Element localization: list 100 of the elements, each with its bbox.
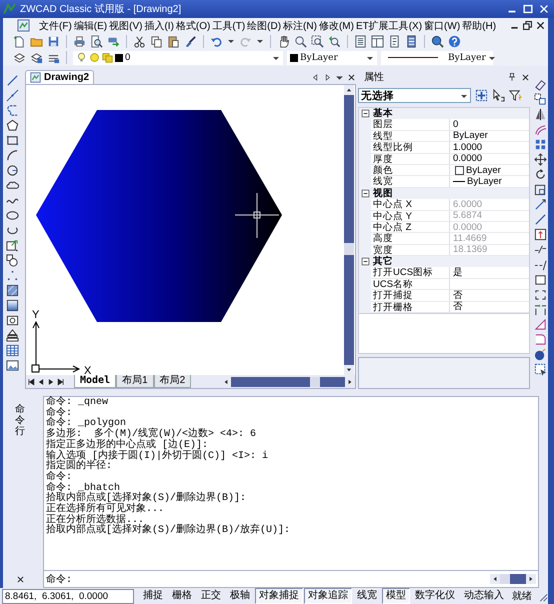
clipboard-icon[interactable]: [167, 34, 180, 48]
copy-icon[interactable]: [150, 34, 163, 48]
layout-tab[interactable]: 布局2: [154, 375, 192, 388]
selection-dropdown[interactable]: 无选择: [358, 88, 471, 103]
rectangle-icon[interactable]: [6, 134, 19, 147]
expand-minus-icon[interactable]: [361, 109, 370, 118]
status-toggle[interactable]: 对象追踪: [304, 588, 352, 604]
make-block-icon[interactable]: [6, 254, 19, 267]
menu-item[interactable]: 帮助(H): [461, 18, 498, 32]
line-icon[interactable]: [534, 213, 546, 226]
vertical-scrollbar[interactable]: [344, 85, 354, 375]
property-value-cell[interactable]: 否: [450, 290, 529, 302]
save-icon[interactable]: [47, 34, 60, 48]
help-icon[interactable]: [448, 34, 461, 48]
scroll-right-icon[interactable]: [345, 376, 355, 386]
extend-icon[interactable]: [534, 228, 546, 241]
property-value-cell[interactable]: 1.0000: [450, 142, 529, 154]
chamfer-icon[interactable]: [534, 318, 546, 331]
cloud-icon[interactable]: [6, 179, 19, 192]
status-toggle[interactable]: 线宽: [353, 588, 381, 604]
menu-item[interactable]: ET扩展工具(X): [354, 18, 424, 32]
property-value-cell[interactable]: ByLayer: [450, 164, 529, 176]
arrow-left-icon[interactable]: [311, 72, 320, 82]
tool-palette-icon[interactable]: [388, 34, 401, 48]
image-icon[interactable]: [6, 359, 19, 372]
offset-icon[interactable]: [534, 123, 546, 136]
new-file-icon[interactable]: [13, 34, 26, 48]
select-objects-icon[interactable]: [475, 89, 488, 102]
move-icon[interactable]: [534, 153, 546, 166]
stretch-icon[interactable]: [534, 198, 546, 211]
maximize-icon[interactable]: [522, 3, 534, 15]
copy-object-icon[interactable]: [534, 93, 546, 106]
gradient-icon[interactable]: [6, 299, 19, 312]
caret-icon[interactable]: [256, 37, 264, 45]
property-value-cell[interactable]: [450, 278, 529, 290]
horizontal-scrollbar[interactable]: [490, 574, 536, 584]
property-value-cell[interactable]: 否: [450, 302, 529, 314]
zoom-icon[interactable]: [294, 34, 307, 48]
status-toggle[interactable]: 动态输入: [460, 588, 508, 604]
scroll-thumb[interactable]: [310, 376, 320, 386]
horizontal-scrollbar[interactable]: [221, 376, 355, 386]
menu-item[interactable]: 窗口(W): [423, 18, 462, 32]
line-icon[interactable]: [6, 74, 19, 87]
status-toggle[interactable]: 捕捉: [139, 588, 167, 604]
status-toggle[interactable]: 极轴: [226, 588, 254, 604]
expand-minus-icon[interactable]: [361, 257, 370, 266]
scale-icon[interactable]: [534, 183, 546, 196]
property-value-cell[interactable]: 是: [450, 267, 529, 279]
scroll-thumb[interactable]: [344, 243, 354, 255]
polyline-icon[interactable]: [6, 104, 19, 117]
menu-item[interactable]: 编辑(E): [72, 18, 108, 32]
document-tab[interactable]: Drawing2: [25, 70, 94, 84]
rotate-icon[interactable]: [534, 168, 546, 181]
status-toggle[interactable]: 栅格: [168, 588, 196, 604]
scissors-icon[interactable]: [133, 34, 146, 48]
drawing-file-icon[interactable]: [17, 19, 30, 32]
printer-icon[interactable]: [73, 34, 86, 48]
property-value-cell[interactable]: ByLayer: [450, 130, 529, 142]
array-icon[interactable]: [534, 138, 546, 151]
status-toggle[interactable]: 正交: [197, 588, 225, 604]
command-input[interactable]: 命令:: [43, 571, 539, 588]
polygon-icon[interactable]: [6, 119, 19, 132]
pin-icon[interactable]: [507, 72, 517, 82]
menu-item[interactable]: 绘图(D): [246, 18, 282, 32]
point-icon[interactable]: [6, 269, 19, 282]
design-center-icon[interactable]: [371, 34, 384, 48]
eraser-icon[interactable]: [534, 78, 546, 91]
layer-arrow-icon[interactable]: [30, 51, 43, 64]
globe-search-icon[interactable]: [431, 34, 444, 48]
menu-item[interactable]: 插入(I): [143, 18, 175, 32]
property-value-cell[interactable]: 0: [450, 119, 529, 131]
status-toggle[interactable]: 对象捕捉: [255, 588, 303, 604]
region-icon[interactable]: [6, 314, 19, 327]
status-toggle[interactable]: 模型: [382, 588, 410, 604]
mirror-icon[interactable]: [534, 108, 546, 121]
menu-item[interactable]: 视图(V): [108, 18, 144, 32]
table-icon[interactable]: [6, 344, 19, 357]
scroll-up-icon[interactable]: [344, 85, 354, 95]
menu-item[interactable]: 工具(T): [211, 18, 246, 32]
layout-tab[interactable]: 布局1: [116, 375, 154, 388]
property-value-cell[interactable]: 0.0000: [450, 154, 529, 165]
layout-tab[interactable]: Model: [74, 375, 116, 388]
zoom-previous-icon[interactable]: [328, 34, 341, 48]
first-icon[interactable]: [26, 376, 36, 386]
hatch-icon[interactable]: [6, 284, 19, 297]
scroll-left-icon[interactable]: [221, 376, 232, 386]
expand-minus-icon[interactable]: [361, 188, 370, 198]
status-toggle[interactable]: 数字化仪: [411, 588, 459, 604]
insert-block-icon[interactable]: [6, 239, 19, 252]
layer-stack-icon[interactable]: [13, 51, 26, 64]
square-icon[interactable]: [534, 273, 546, 286]
construction-line-icon[interactable]: [6, 89, 19, 102]
close-icon[interactable]: [535, 20, 546, 31]
break-point-icon[interactable]: [534, 243, 546, 256]
menu-item[interactable]: 格式(O): [174, 18, 212, 32]
menu-item[interactable]: 修改(M): [318, 18, 355, 32]
scroll-down-icon[interactable]: [344, 365, 354, 375]
close-icon[interactable]: [16, 575, 24, 584]
color-dropdown[interactable]: ByLayer: [287, 50, 377, 64]
last-icon[interactable]: [56, 376, 66, 386]
